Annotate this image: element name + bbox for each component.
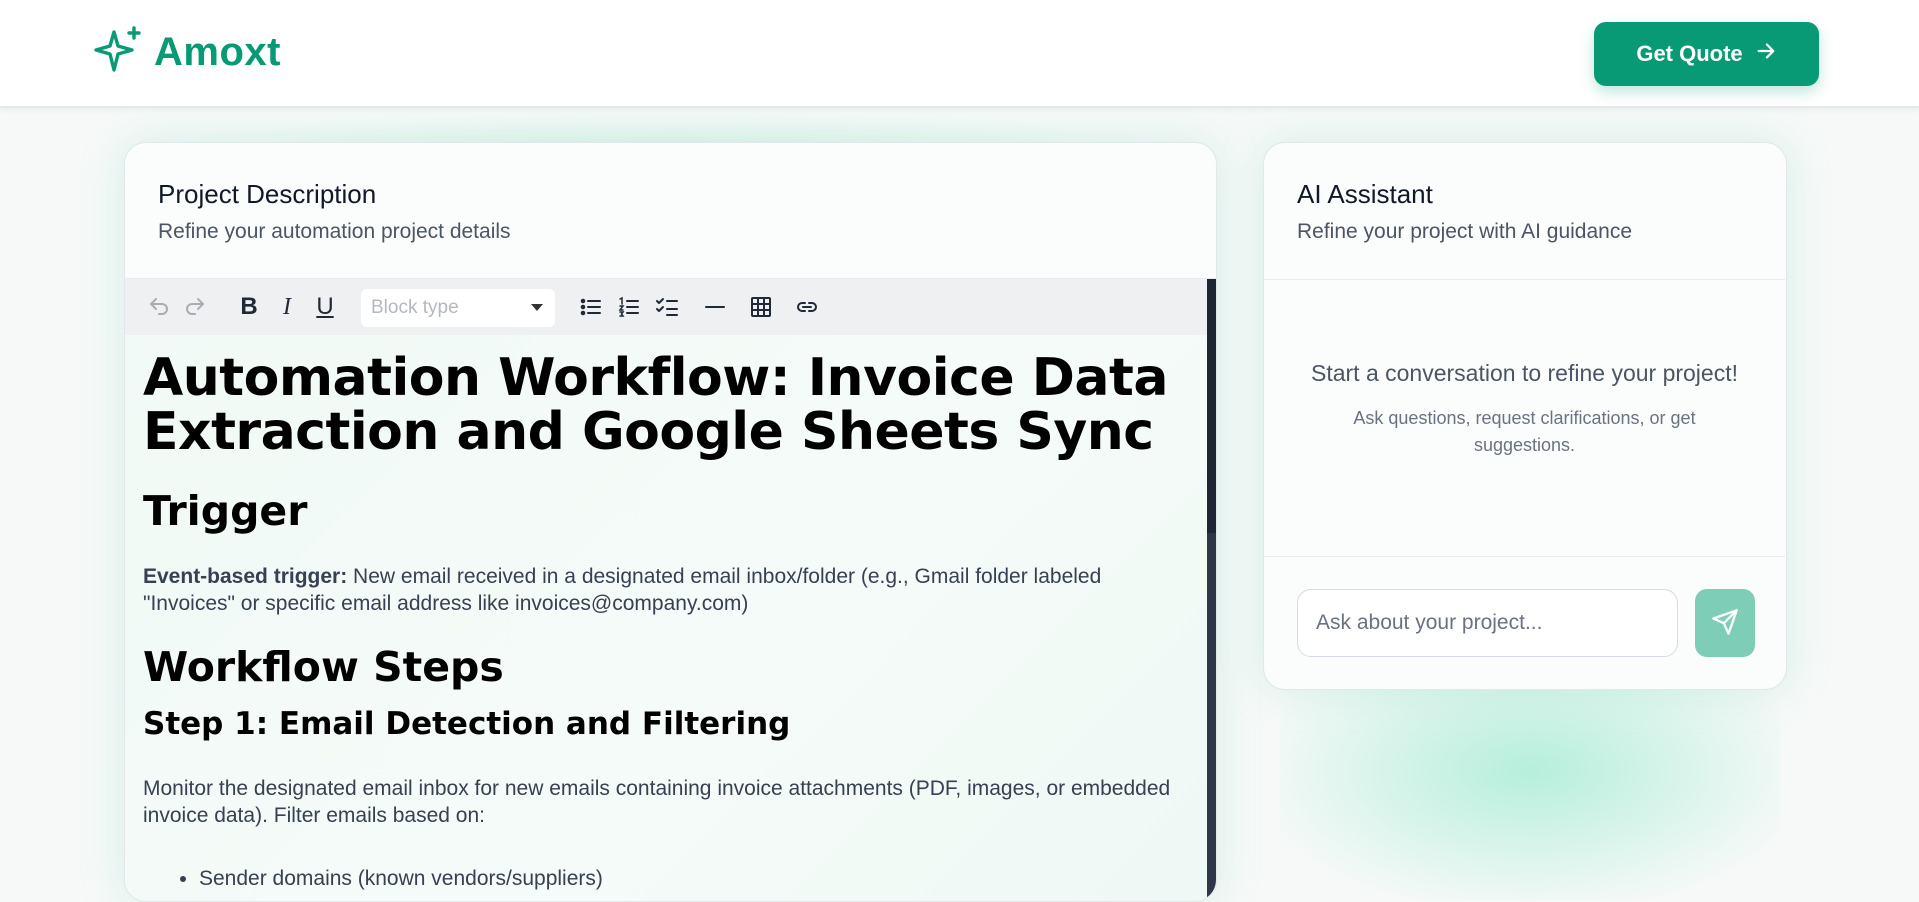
send-button[interactable] [1695,589,1755,657]
block-type-placeholder: Block type [371,297,459,318]
chevron-down-icon [531,304,543,311]
assistant-card-title: AI Assistant [1297,179,1433,209]
step1-paragraph: Monitor the designated email inbox for n… [143,777,1171,827]
assistant-card-header: AI Assistant Refine your project with AI… [1264,143,1786,279]
rich-text-editor[interactable]: Automation Workflow: Invoice Data Extrac… [125,335,1207,901]
numbered-list-icon[interactable] [615,293,643,321]
editor-scrollbar[interactable] [1207,279,1216,901]
step1-bullet-list: Sender domains (known vendors/suppliers) [143,865,1189,892]
arrow-right-icon [1755,40,1777,68]
chat-empty-title: Start a conversation to refine your proj… [1311,360,1738,386]
workflow-steps-heading: Workflow Steps [143,643,504,691]
assistant-card-subtitle: Refine your project with AI guidance [1297,220,1633,243]
checklist-icon[interactable] [653,293,681,321]
project-card-subtitle: Refine your automation project details [158,220,511,243]
brand-logo[interactable]: Amoxt [92,24,281,81]
undo-icon[interactable] [145,293,173,321]
chat-messages-area: Start a conversation to refine your proj… [1264,279,1785,557]
link-icon[interactable] [793,293,821,321]
ai-assistant-card: AI Assistant Refine your project with AI… [1263,142,1787,690]
block-type-select[interactable]: Block type [361,289,555,327]
list-item: Sender domains (known vendors/suppliers) [199,865,1189,892]
brand-name: Amoxt [154,30,281,74]
trigger-heading: Trigger [143,487,308,535]
send-icon [1711,608,1739,639]
italic-button[interactable]: I [273,293,301,321]
bold-button[interactable]: B [235,293,263,321]
trigger-label: Event-based trigger: [143,565,348,588]
top-header: Amoxt Get Quote [0,0,1919,108]
trigger-paragraph: Event-based trigger: New email received … [143,563,1189,617]
sparkle-icon [92,24,146,81]
table-icon[interactable] [747,293,775,321]
underline-button[interactable]: U [311,293,339,321]
project-card-title: Project Description [158,179,377,209]
get-quote-label: Get Quote [1636,41,1743,66]
get-quote-button[interactable]: Get Quote [1594,22,1819,86]
project-description-card: Project Description Refine your automati… [124,142,1217,902]
chat-input[interactable] [1297,589,1678,657]
scrollbar-thumb[interactable] [1207,279,1216,533]
horizontal-rule-icon[interactable] [701,293,729,321]
document-title: Automation Workflow: Invoice Data Extrac… [143,348,1168,462]
project-card-header: Project Description Refine your automati… [125,143,1216,279]
editor-toolbar: B I U Block type [125,279,1207,335]
chat-empty-hint: Ask questions, request clarifications, o… [1353,408,1696,455]
bullet-list-icon[interactable] [577,293,605,321]
step1-heading: Step 1: Email Detection and Filtering [143,706,791,742]
redo-icon[interactable] [181,293,209,321]
